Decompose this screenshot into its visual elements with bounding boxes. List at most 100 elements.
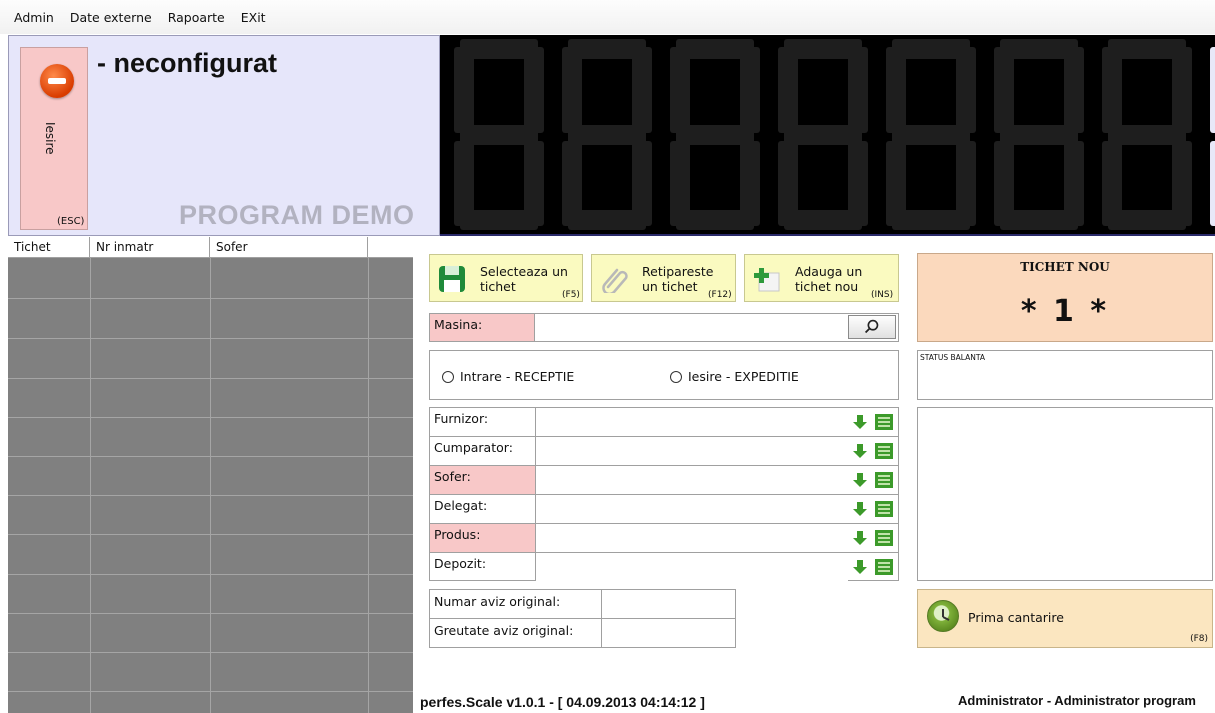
weight-display [440, 35, 1215, 236]
radio-circle[interactable] [442, 370, 454, 383]
grid-row-line [8, 652, 413, 653]
tickets-grid[interactable]: Tichet Nr inmatr Sofer [8, 237, 413, 713]
add-ticket-label-1: Adauga un [795, 264, 863, 279]
select-ticket-label-1: Selecteaza un [480, 264, 568, 279]
display-segment [956, 140, 976, 226]
arrow-down-icon[interactable] [853, 530, 867, 546]
exit-button[interactable]: Iesire (ESC) [20, 47, 88, 230]
grid-row-line [8, 534, 413, 535]
list-icon[interactable] [875, 472, 893, 488]
display-segment [778, 47, 798, 133]
masina-input[interactable] [534, 314, 848, 341]
add-document-icon [754, 268, 780, 292]
arrow-down-icon[interactable] [853, 559, 867, 575]
scale-status-title: STATUS BALANTA [920, 353, 986, 362]
display-segment [562, 140, 582, 226]
lookup-fields: Furnizor: Cumparator: Sofer: Delegat: Produs… [429, 407, 899, 581]
add-ticket-button[interactable]: Adauga un tichet nou (INS) [744, 254, 899, 302]
scale-info-panel: Iesire (ESC) - neconfigurat PROGRAM DEMO [8, 35, 440, 236]
column-header-sofer[interactable]: Sofer [210, 237, 368, 258]
field-label: Delegat: [434, 498, 488, 513]
grid-divider [90, 258, 91, 713]
field-input[interactable] [535, 553, 848, 581]
display-segment [632, 47, 652, 133]
list-icon[interactable] [875, 530, 893, 546]
arrow-down-icon[interactable] [853, 472, 867, 488]
radio-iesire[interactable]: Iesire - EXPEDITIE [670, 369, 799, 384]
field-row: Cumparator: [430, 437, 898, 466]
display-segment [670, 140, 690, 226]
field-label: Produs: [430, 524, 535, 552]
grid-header: Tichet Nr inmatr Sofer [8, 237, 413, 258]
first-weighing-label: Prima cantarire [968, 610, 1064, 625]
grid-row-line [8, 378, 413, 379]
field-label: Cumparator: [434, 440, 513, 455]
column-header-nr-inmatr[interactable]: Nr inmatr [90, 237, 210, 258]
reprint-ticket-label-2: un tichet [642, 279, 698, 294]
arrow-down-icon[interactable] [853, 414, 867, 430]
reprint-ticket-label-1: Retipareste [642, 264, 714, 279]
display-segment [1102, 47, 1122, 133]
scale-status-box: STATUS BALANTA [917, 350, 1213, 400]
field-row: Depozit: [430, 553, 898, 582]
aviz-number-input[interactable] [602, 590, 735, 618]
search-icon [864, 319, 879, 334]
display-segment [1210, 47, 1215, 133]
field-input[interactable] [535, 466, 848, 494]
user-status: Administrator - Administrator program [958, 693, 1196, 708]
display-segment [848, 140, 868, 226]
radio-iesire-label: Iesire - EXPEDITIE [688, 369, 799, 384]
menu-admin[interactable]: Admin [14, 10, 54, 25]
display-segment [740, 140, 760, 226]
select-ticket-button[interactable]: Selecteaza un tichet (F5) [429, 254, 583, 302]
select-ticket-label-2: tichet [480, 279, 516, 294]
add-ticket-shortcut: (INS) [871, 290, 894, 300]
aviz-number-label: Numar aviz original: [430, 590, 602, 618]
ticket-number: * 1 * [1020, 294, 1110, 329]
info-box [917, 407, 1213, 581]
column-header-tichet[interactable]: Tichet [8, 237, 90, 258]
display-segment [632, 140, 652, 226]
display-segment [778, 140, 798, 226]
field-input[interactable] [535, 437, 848, 465]
menu-date-externe[interactable]: Date externe [70, 10, 152, 25]
first-weighing-shortcut: (F8) [1190, 634, 1208, 644]
list-icon[interactable] [875, 414, 893, 430]
menu-exit[interactable]: EXit [241, 10, 266, 25]
display-segment [886, 140, 906, 226]
grid-row-line [8, 298, 413, 299]
field-row: Produs: [430, 524, 898, 553]
display-segment [524, 47, 544, 133]
first-weighing-button[interactable]: Prima cantarire (F8) [917, 589, 1213, 648]
field-input[interactable] [535, 495, 848, 523]
field-row: Furnizor: [430, 408, 898, 437]
display-segment [670, 47, 690, 133]
masina-search-button[interactable] [848, 315, 896, 339]
column-header-extra[interactable] [368, 237, 413, 258]
ticket-title: TICHET NOU [1020, 260, 1110, 274]
reprint-ticket-button[interactable]: Retipareste un tichet (F12) [591, 254, 736, 302]
display-segment [994, 47, 1014, 133]
ticket-panel: TICHET NOU * 1 * [917, 253, 1213, 342]
field-input[interactable] [535, 524, 848, 552]
field-input[interactable] [535, 408, 848, 436]
radio-intrare[interactable]: Intrare - RECEPTIE [442, 369, 574, 384]
no-entry-icon [40, 64, 74, 98]
list-icon[interactable] [875, 501, 893, 517]
grid-row-line [8, 574, 413, 575]
radio-circle[interactable] [670, 370, 682, 383]
list-icon[interactable] [875, 559, 893, 575]
field-label: Depozit: [434, 556, 487, 571]
aviz-weight-row: Greutate aviz original: [430, 619, 735, 648]
menu-rapoarte[interactable]: Rapoarte [168, 10, 225, 25]
list-icon[interactable] [875, 443, 893, 459]
aviz-weight-input[interactable] [602, 619, 735, 647]
arrow-down-icon[interactable] [853, 501, 867, 517]
arrow-down-icon[interactable] [853, 443, 867, 459]
aviz-fields: Numar aviz original: Greutate aviz origi… [429, 589, 736, 648]
display-segment [454, 140, 474, 226]
field-row: Sofer: [430, 466, 898, 495]
exit-label: Iesire [43, 122, 57, 155]
paperclip-icon [602, 268, 628, 293]
grid-row-line [8, 338, 413, 339]
